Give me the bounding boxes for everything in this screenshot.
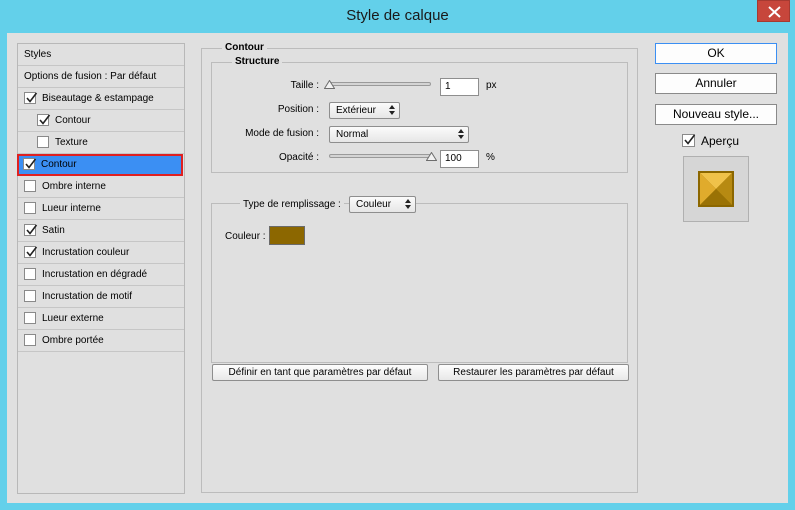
style-checkbox[interactable] — [24, 290, 36, 302]
checkmark-icon — [25, 158, 37, 169]
set-default-button[interactable]: Définir en tant que paramètres par défau… — [212, 364, 428, 381]
style-item-label: Incrustation couleur — [42, 247, 130, 258]
size-input[interactable]: 1 — [440, 78, 479, 96]
style-checkbox[interactable] — [24, 312, 36, 324]
style-item-lueur-interne[interactable]: Lueur interne — [18, 198, 184, 220]
cancel-button[interactable]: Annuler — [655, 73, 777, 94]
style-item-incrustation-en-degrade[interactable]: Incrustation en dégradé — [18, 264, 184, 286]
style-item-label: Ombre portée — [42, 335, 104, 346]
opacity-slider-thumb[interactable] — [426, 152, 437, 161]
fill-type-group: Type de remplissage : Couleur Couleur : — [211, 196, 628, 363]
fill-type-dropdown[interactable]: Couleur — [349, 196, 416, 213]
reset-default-button[interactable]: Restaurer les paramètres par défaut — [438, 364, 629, 381]
checkmark-icon — [26, 224, 38, 235]
style-item-label: Satin — [42, 225, 65, 236]
preview-checkbox[interactable] — [682, 134, 696, 147]
style-checkbox[interactable] — [23, 158, 37, 170]
preview-label: Aperçu — [701, 134, 740, 148]
title-bar: Style de calque — [0, 0, 795, 33]
blend-mode-dropdown[interactable]: Normal — [329, 126, 469, 143]
style-item-label: Incrustation en dégradé — [42, 269, 148, 280]
checkmark-icon — [39, 114, 51, 125]
new-style-button[interactable]: Nouveau style... — [655, 104, 777, 125]
style-item-ombre-portee[interactable]: Ombre portée — [18, 330, 184, 352]
structure-title: Structure — [232, 56, 283, 67]
style-checkbox[interactable] — [24, 224, 38, 236]
color-swatch[interactable] — [269, 226, 305, 245]
size-label: Taille : — [290, 80, 319, 91]
opacity-unit: % — [486, 152, 495, 163]
close-icon — [768, 6, 781, 18]
style-item-label: Contour — [55, 115, 91, 126]
style-item-label: Options de fusion : Par défaut — [24, 71, 157, 82]
blend-mode-label: Mode de fusion : — [245, 128, 319, 139]
updown-arrows-icon — [458, 129, 464, 139]
style-item-ombre-interne[interactable]: Ombre interne — [18, 176, 184, 198]
style-checkbox[interactable] — [24, 202, 36, 214]
checkmark-icon — [26, 92, 38, 103]
style-item-incrustation-couleur[interactable]: Incrustation couleur — [18, 242, 184, 264]
style-item-label: Contour — [41, 159, 77, 170]
position-dropdown[interactable]: Extérieur — [329, 102, 400, 119]
style-item-label: Incrustation de motif — [42, 291, 133, 302]
updown-arrows-icon — [405, 199, 411, 209]
style-item-contour[interactable]: Contour — [17, 154, 183, 176]
style-item-label: Texture — [55, 137, 88, 148]
styles-header-label: Styles — [24, 49, 52, 60]
style-item-satin[interactable]: Satin — [18, 220, 184, 242]
position-label: Position : — [277, 104, 319, 115]
size-unit: px — [486, 80, 497, 91]
blend-mode-value: Normal — [336, 129, 369, 140]
close-button[interactable] — [757, 0, 790, 22]
style-checkbox[interactable] — [24, 246, 38, 258]
style-item-texture-sub[interactable]: Texture — [18, 132, 184, 154]
style-checkbox[interactable] — [24, 334, 36, 346]
style-item-incrustation-de-motif[interactable]: Incrustation de motif — [18, 286, 184, 308]
style-checkbox[interactable] — [24, 268, 36, 280]
ok-button[interactable]: OK — [655, 43, 777, 64]
style-item-contour-sub[interactable]: Contour — [18, 110, 184, 132]
dialog-body: Styles Options de fusion : Par défaut Bis… — [7, 33, 788, 503]
updown-arrows-icon — [389, 105, 395, 115]
styles-list: Styles Options de fusion : Par défaut Bis… — [17, 43, 185, 494]
size-slider-track[interactable] — [329, 82, 431, 86]
style-checkbox[interactable] — [37, 114, 51, 126]
checkmark-icon — [26, 246, 38, 257]
style-item-biseautage-estampage[interactable]: Biseautage & estampage — [18, 88, 184, 110]
style-item-lueur-externe[interactable]: Lueur externe — [18, 308, 184, 330]
style-preview — [683, 156, 749, 222]
style-item-options-de-fusion-par-defaut[interactable]: Options de fusion : Par défaut — [18, 66, 184, 88]
checkmark-icon — [684, 134, 696, 145]
structure-group: Structure Taille : 1 px Position : Extér… — [211, 56, 628, 173]
opacity-input[interactable]: 100 — [440, 150, 479, 168]
style-item-label: Ombre interne — [42, 181, 106, 192]
opacity-label: Opacité : — [278, 152, 319, 163]
contour-title: Contour — [222, 42, 267, 53]
window-title: Style de calque — [346, 7, 449, 24]
style-item-label: Biseautage & estampage — [42, 93, 154, 104]
style-checkbox[interactable] — [24, 92, 38, 104]
fill-type-value: Couleur — [356, 199, 392, 210]
position-value: Extérieur — [336, 105, 377, 116]
style-checkbox[interactable] — [24, 180, 36, 192]
preview-toggle[interactable]: Aperçu — [682, 133, 762, 149]
contour-group: Contour Structure Taille : 1 px Position… — [201, 42, 638, 493]
fill-type-label: Type de remplissage : — [240, 199, 344, 210]
style-preview-thumbnail — [698, 171, 734, 207]
style-checkbox[interactable] — [37, 136, 49, 148]
styles-header: Styles — [18, 44, 184, 66]
opacity-slider-track[interactable] — [329, 154, 431, 158]
size-slider-thumb[interactable] — [324, 80, 335, 89]
color-label: Couleur : — [225, 231, 266, 242]
style-item-label: Lueur interne — [42, 203, 101, 214]
style-item-label: Lueur externe — [42, 313, 104, 324]
